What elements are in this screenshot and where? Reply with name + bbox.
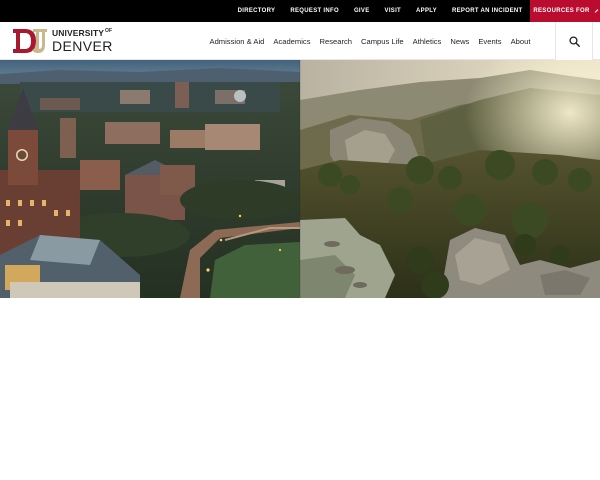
resources-for-label: RESOURCES FOR <box>533 8 590 14</box>
utility-link-directory[interactable]: DIRECTORY <box>229 0 283 22</box>
main-header: UNIVERSITYOF DENVER Admission & Aid Acad… <box>0 22 600 60</box>
nav-athletics[interactable]: Athletics <box>408 37 446 46</box>
utility-bar: DIRECTORY REQUEST INFO GIVE VISIT APPLY … <box>0 0 600 22</box>
hero-right-mountain-image <box>300 60 600 298</box>
resources-for-button[interactable]: RESOURCES FOR <box>530 0 600 22</box>
utility-link-report-incident[interactable]: REPORT AN INCIDENT <box>444 0 530 22</box>
nav-admission-aid[interactable]: Admission & Aid <box>205 37 269 46</box>
hero-banner <box>0 60 600 298</box>
nav-campus-life[interactable]: Campus Life <box>357 37 409 46</box>
utility-link-give[interactable]: GIVE <box>346 0 377 22</box>
utility-link-apply[interactable]: APPLY <box>409 0 445 22</box>
nav-news[interactable]: News <box>446 37 474 46</box>
du-wordmark: UNIVERSITYOF DENVER <box>52 29 113 53</box>
search-icon <box>568 35 580 47</box>
content-area <box>0 298 600 480</box>
chevron-right-icon <box>594 9 598 13</box>
hero-left-campus-image <box>0 60 300 298</box>
main-nav: Admission & Aid Academics Research Campu… <box>205 22 535 60</box>
du-monogram-logo <box>13 29 47 53</box>
search-button[interactable] <box>555 22 593 60</box>
nav-research[interactable]: Research <box>315 37 357 46</box>
utility-link-request-info[interactable]: REQUEST INFO <box>283 0 347 22</box>
wordmark-university: UNIVERSITYOF <box>52 28 113 39</box>
utility-link-visit[interactable]: VISIT <box>377 0 409 22</box>
nav-events[interactable]: Events <box>474 37 506 46</box>
nav-about[interactable]: About <box>506 37 535 46</box>
wordmark-denver: DENVER <box>52 37 113 54</box>
du-logo[interactable]: UNIVERSITYOF DENVER <box>12 28 122 54</box>
nav-academics[interactable]: Academics <box>269 37 315 46</box>
